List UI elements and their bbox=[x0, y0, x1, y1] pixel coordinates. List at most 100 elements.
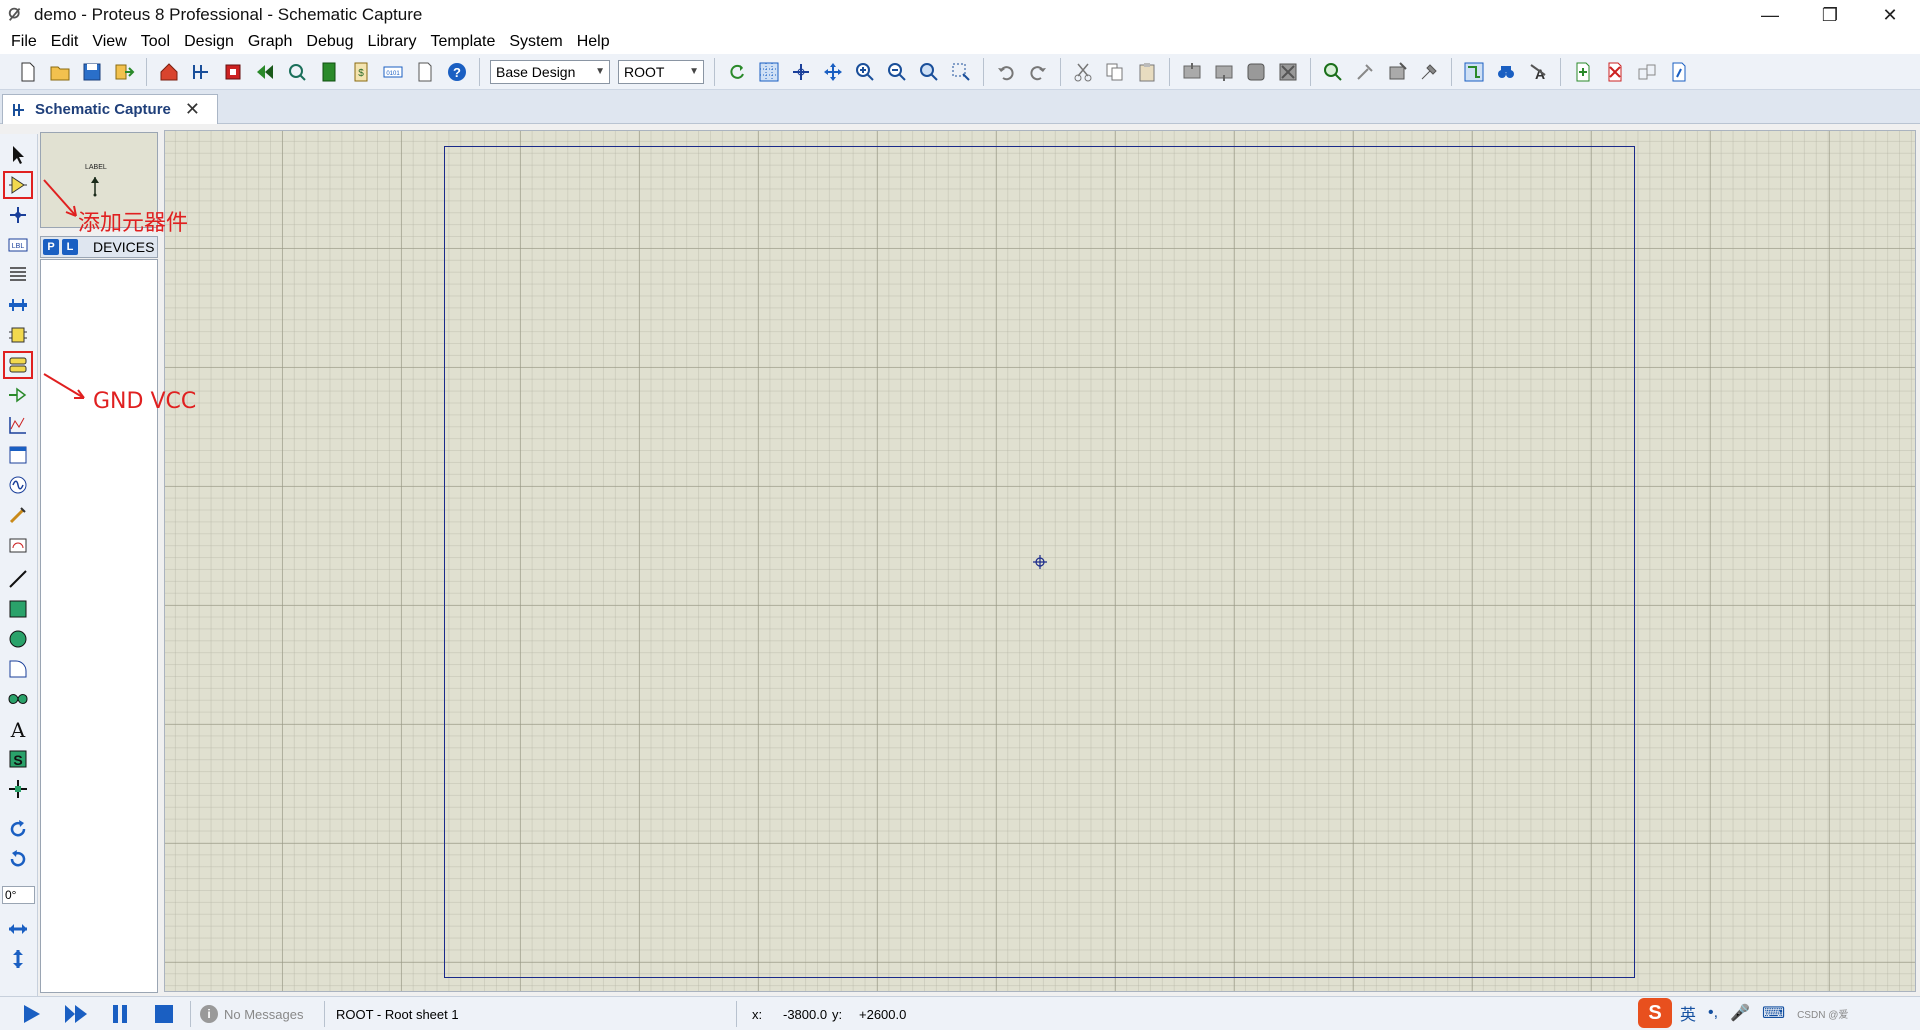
mirror-y-icon[interactable] bbox=[4, 946, 32, 972]
ime-language-toggle[interactable]: 英 bbox=[1680, 1001, 1696, 1025]
document-icon[interactable] bbox=[411, 58, 439, 86]
subcircuit-icon[interactable] bbox=[4, 322, 32, 348]
new-file-icon[interactable] bbox=[14, 58, 42, 86]
design-explorer-icon[interactable] bbox=[315, 58, 343, 86]
arc-2d-icon[interactable] bbox=[4, 656, 32, 682]
minimize-button[interactable]: — bbox=[1740, 0, 1800, 30]
voltage-probe-icon[interactable] bbox=[4, 502, 32, 528]
help-icon[interactable]: ? bbox=[443, 58, 471, 86]
home-icon[interactable] bbox=[155, 58, 183, 86]
pcb-layout-icon[interactable] bbox=[219, 58, 247, 86]
packaging-tool-icon[interactable] bbox=[1383, 58, 1411, 86]
block-copy-icon[interactable] bbox=[1178, 58, 1206, 86]
remove-sheet-icon[interactable] bbox=[1601, 58, 1629, 86]
component-mode-icon[interactable] bbox=[3, 171, 33, 199]
copy-icon[interactable] bbox=[1101, 58, 1129, 86]
schematic-icon[interactable] bbox=[187, 58, 215, 86]
make-device-icon[interactable] bbox=[1351, 58, 1379, 86]
block-delete-icon[interactable] bbox=[1274, 58, 1302, 86]
undo-icon[interactable] bbox=[992, 58, 1020, 86]
proteus-app-icon[interactable] bbox=[6, 5, 26, 25]
sogou-ime-logo[interactable]: S bbox=[1638, 998, 1672, 1028]
restore-button[interactable]: ❐ bbox=[1800, 0, 1860, 30]
save-icon[interactable] bbox=[78, 58, 106, 86]
wire-label-icon[interactable]: LBL bbox=[4, 232, 32, 258]
text-2d-icon[interactable]: A bbox=[4, 716, 32, 742]
close-button[interactable]: ✕ bbox=[1860, 0, 1920, 30]
menu-edit[interactable]: Edit bbox=[44, 30, 86, 54]
decompose-icon[interactable] bbox=[1415, 58, 1443, 86]
rotate-clockwise-icon[interactable] bbox=[4, 816, 32, 842]
buses-icon[interactable] bbox=[4, 292, 32, 318]
menu-design[interactable]: Design bbox=[177, 30, 241, 54]
import-icon[interactable] bbox=[110, 58, 138, 86]
tape-recorder-icon[interactable] bbox=[4, 442, 32, 468]
markers-icon[interactable] bbox=[4, 776, 32, 802]
play-icon[interactable] bbox=[18, 1002, 46, 1026]
junction-dot-icon[interactable] bbox=[4, 202, 32, 228]
block-move-icon[interactable] bbox=[1210, 58, 1238, 86]
refresh-icon[interactable] bbox=[723, 58, 751, 86]
keyboard-icon[interactable]: ⌨ bbox=[1762, 1003, 1785, 1023]
text-script-icon[interactable] bbox=[4, 262, 32, 288]
block-rotate-icon[interactable] bbox=[1242, 58, 1270, 86]
terminals-mode-icon[interactable] bbox=[3, 351, 33, 379]
menu-debug[interactable]: Debug bbox=[299, 30, 360, 54]
box-2d-icon[interactable] bbox=[4, 596, 32, 622]
rotate-anticlockwise-icon[interactable] bbox=[4, 846, 32, 872]
step-icon[interactable] bbox=[62, 1002, 90, 1026]
messages-area[interactable]: i No Messages bbox=[200, 1004, 303, 1024]
open-folder-icon[interactable] bbox=[46, 58, 74, 86]
redo-icon[interactable] bbox=[1024, 58, 1052, 86]
selection-mode-icon[interactable] bbox=[4, 142, 32, 168]
microphone-icon[interactable]: 🎤 bbox=[1730, 1003, 1750, 1023]
property-assignment-icon[interactable]: A bbox=[1524, 58, 1552, 86]
circle-2d-icon[interactable] bbox=[4, 626, 32, 652]
closed-path-2d-icon[interactable] bbox=[4, 686, 32, 712]
menu-library[interactable]: Library bbox=[361, 30, 424, 54]
grid-toggle-icon[interactable] bbox=[755, 58, 783, 86]
gerber-viewer-icon[interactable] bbox=[283, 58, 311, 86]
menu-system[interactable]: System bbox=[502, 30, 569, 54]
tab-schematic-capture[interactable]: Schematic Capture ✕ bbox=[2, 94, 218, 124]
device-list[interactable] bbox=[40, 259, 158, 993]
pan-icon[interactable] bbox=[819, 58, 847, 86]
wire-autorouter-icon[interactable] bbox=[1460, 58, 1488, 86]
3d-viewer-icon[interactable] bbox=[251, 58, 279, 86]
ime-punctuation-toggle[interactable]: •, bbox=[1708, 1004, 1718, 1022]
zoom-area-icon[interactable] bbox=[947, 58, 975, 86]
bill-of-materials-icon[interactable]: $ bbox=[347, 58, 375, 86]
zoom-in-icon[interactable] bbox=[851, 58, 879, 86]
pause-icon[interactable] bbox=[106, 1002, 134, 1026]
menu-help[interactable]: Help bbox=[570, 30, 617, 54]
menu-graph[interactable]: Graph bbox=[241, 30, 299, 54]
pick-device-icon[interactable] bbox=[1319, 58, 1347, 86]
origin-icon[interactable] bbox=[787, 58, 815, 86]
sheet-select[interactable]: ROOT ▼ bbox=[618, 59, 704, 84]
rotation-angle-input[interactable]: 0° bbox=[2, 886, 35, 904]
electrical-rule-check-icon[interactable] bbox=[1665, 58, 1693, 86]
menu-file[interactable]: File bbox=[4, 30, 44, 54]
pick-devices-button[interactable]: P bbox=[43, 239, 59, 255]
graph-mode-icon[interactable] bbox=[4, 412, 32, 438]
device-pins-icon[interactable] bbox=[4, 382, 32, 408]
cut-icon[interactable] bbox=[1069, 58, 1097, 86]
tab-close-icon[interactable]: ✕ bbox=[185, 99, 200, 120]
source-code-icon[interactable]: 0101 bbox=[379, 58, 407, 86]
menu-view[interactable]: View bbox=[85, 30, 133, 54]
menu-template[interactable]: Template bbox=[423, 30, 502, 54]
menu-tool[interactable]: Tool bbox=[134, 30, 177, 54]
mirror-x-icon[interactable] bbox=[4, 916, 32, 942]
paste-icon[interactable] bbox=[1133, 58, 1161, 86]
library-manager-button[interactable]: L bbox=[62, 239, 78, 255]
zoom-all-icon[interactable] bbox=[915, 58, 943, 86]
zoom-out-icon[interactable] bbox=[883, 58, 911, 86]
exit-to-parent-icon[interactable] bbox=[1633, 58, 1661, 86]
symbol-2d-icon[interactable]: S bbox=[4, 746, 32, 772]
virtual-instruments-icon[interactable] bbox=[4, 532, 32, 558]
new-sheet-icon[interactable] bbox=[1569, 58, 1597, 86]
stop-icon[interactable] bbox=[150, 1002, 178, 1026]
search-tag-icon[interactable] bbox=[1492, 58, 1520, 86]
line-2d-icon[interactable] bbox=[4, 566, 32, 592]
design-variant-select[interactable]: Base Design ▼ bbox=[490, 59, 610, 84]
